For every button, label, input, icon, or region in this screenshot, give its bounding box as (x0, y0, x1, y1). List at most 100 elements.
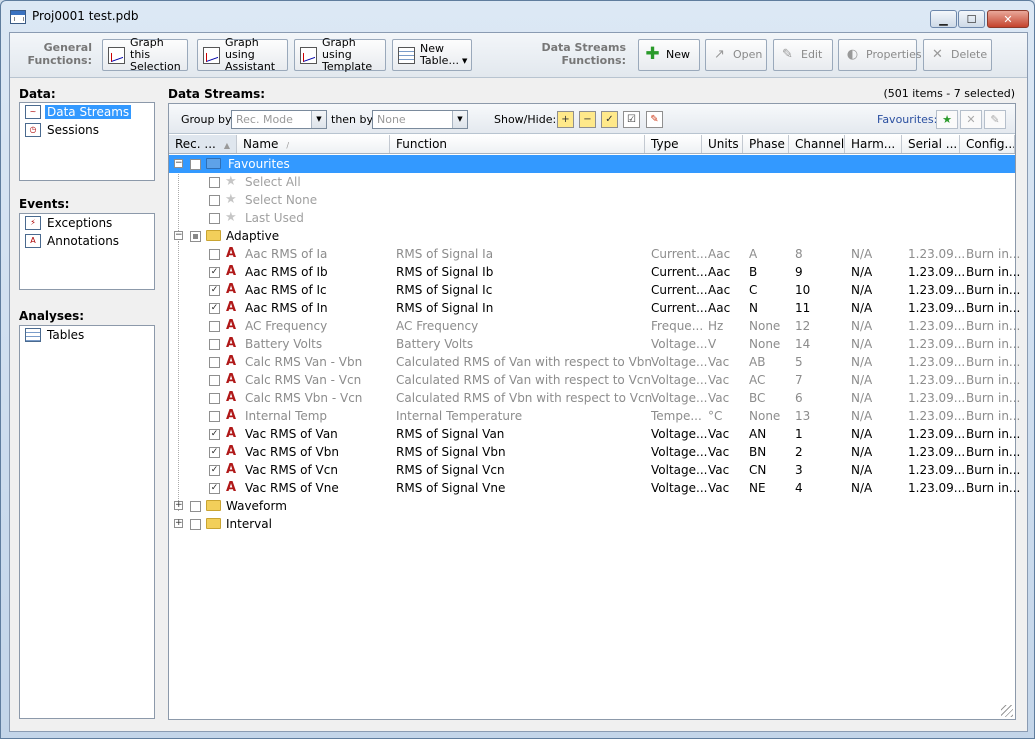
item-count: (501 items - 7 selected) (883, 87, 1015, 100)
cell-name: Vac RMS of Vbn (245, 445, 339, 459)
column-header-units[interactable]: Units (702, 135, 743, 153)
table-row[interactable]: ✓ A Vac RMS of Vbn RMS of Signal Vbn Voltage… (169, 443, 1020, 461)
row-checkbox[interactable]: ✓ (209, 483, 220, 494)
sort-up-icon: ▲ (223, 141, 231, 150)
last-used-checkbox[interactable] (209, 213, 220, 224)
column-header-name[interactable]: Name / (237, 135, 390, 153)
row-checkbox[interactable]: ✓ (209, 285, 220, 296)
row-checkbox[interactable] (209, 339, 220, 350)
select-none-checkbox[interactable] (209, 195, 220, 206)
graph-assistant-button[interactable]: Graph using Assistant (197, 37, 288, 73)
properties-button[interactable]: ◐ Properties (838, 39, 922, 71)
column-header-config[interactable]: Config... (960, 135, 1015, 153)
cell-serial: 1.23.09... (908, 445, 966, 459)
new-button[interactable]: ✚ New (638, 39, 700, 71)
column-header-function[interactable]: Function (390, 135, 645, 153)
sidebar-item-tables[interactable]: Tables (20, 326, 154, 344)
tree-node-favourites[interactable]: − Favourites (169, 155, 1015, 173)
row-checkbox[interactable]: ✓ (209, 465, 220, 476)
table-row[interactable]: A Calc RMS Vbn - Vcn Calculated RMS of Vbn… (169, 389, 1020, 407)
minimize-button[interactable]: ▁ (930, 10, 957, 28)
row-checkbox[interactable] (209, 411, 220, 422)
table-row[interactable]: ✓ A Aac RMS of Ib RMS of Signal Ib Current..… (169, 263, 1020, 281)
column-header-phase[interactable]: Phase (743, 135, 789, 153)
table-row[interactable]: A Calc RMS Van - Vcn Calculated RMS of Van… (169, 371, 1020, 389)
table-row[interactable]: ✓ A Vac RMS of Vcn RMS of Signal Vcn Voltage… (169, 461, 1020, 479)
expand-icon[interactable]: + (174, 501, 183, 510)
clear-filter-icon[interactable]: ✎ (646, 111, 663, 128)
column-header-rec-mode[interactable]: Rec. ... ▲ (169, 135, 237, 153)
cell-channel: 3 (795, 463, 803, 477)
close-button[interactable]: ✕ (987, 10, 1029, 28)
collapse-icon[interactable]: − (174, 159, 183, 168)
data-streams-icon: ~ (25, 105, 41, 119)
table-row[interactable]: ✓ A Vac RMS of Van RMS of Signal Van Voltage… (169, 425, 1020, 443)
new-table-button[interactable]: New Table... ▼ (392, 39, 472, 71)
table-row[interactable]: A AC Frequency AC Frequency Freque... Hz None… (169, 317, 1020, 335)
sidebar-item-sessions[interactable]: ◷ Sessions (20, 121, 154, 139)
favourites-checkbox[interactable] (190, 159, 201, 170)
tree-node-adaptive[interactable]: − Adaptive (169, 227, 1015, 245)
open-button[interactable]: ↗ Open (705, 39, 767, 71)
table-row[interactable]: A Calc RMS Van - Vbn Calculated RMS of Van… (169, 353, 1020, 371)
title-bar[interactable]: Proj0001 test.pdb ▁ ☐ ✕ (1, 1, 1034, 31)
expand-icon[interactable]: + (174, 519, 183, 528)
row-checkbox[interactable]: ✓ (209, 267, 220, 278)
edit-favourite-icon[interactable]: ✎ (984, 110, 1006, 129)
open-label: Open (733, 48, 763, 61)
favourite-item-select-all[interactable]: ★ Select All (169, 173, 1015, 191)
adaptive-checkbox[interactable] (190, 231, 201, 242)
tree-node-interval[interactable]: + Interval (169, 515, 1015, 533)
favourite-item-select-none[interactable]: ★ Select None (169, 191, 1015, 209)
signal-icon: A (226, 318, 237, 333)
table-row[interactable]: ✓ A Vac RMS of Vne RMS of Signal Vne Voltage… (169, 479, 1020, 497)
data-list: ~ Data Streams ◷ Sessions (19, 102, 155, 181)
select-all-checkbox[interactable] (209, 177, 220, 188)
column-header-serial[interactable]: Serial ... (902, 135, 960, 153)
table-row[interactable]: ✓ A Aac RMS of Ic RMS of Signal Ic Current..… (169, 281, 1020, 299)
then-by-dropdown[interactable]: None ▼ (372, 110, 468, 129)
sidebar-item-annotations[interactable]: A Annotations (20, 232, 154, 250)
column-header-channel[interactable]: Channel (789, 135, 845, 153)
row-checkbox[interactable] (209, 357, 220, 368)
waveform-checkbox[interactable] (190, 501, 201, 512)
edit-button[interactable]: ✎ Edit (773, 39, 833, 71)
chevron-down-icon: ▼ (311, 111, 326, 128)
collapse-icon[interactable]: − (174, 231, 183, 240)
show-checked-icon[interactable]: ✓ (601, 111, 618, 128)
expand-all-icon[interactable]: + (557, 111, 574, 128)
maximize-button[interactable]: ☐ (958, 10, 985, 28)
favourite-item-last-used[interactable]: ★ Last Used (169, 209, 1015, 227)
cell-name: Vac RMS of Van (245, 427, 338, 441)
row-checkbox[interactable] (209, 375, 220, 386)
app-icon[interactable] (10, 10, 26, 24)
resize-grip[interactable] (1001, 705, 1013, 717)
table-row[interactable]: A Aac RMS of Ia RMS of Signal Ia Current...… (169, 245, 1020, 263)
tree-node-waveform[interactable]: + Waveform (169, 497, 1015, 515)
group-by-dropdown[interactable]: Rec. Mode ▼ (231, 110, 327, 129)
table-row[interactable]: ✓ A Aac RMS of In RMS of Signal In Current..… (169, 299, 1020, 317)
table-row[interactable]: A Internal Temp Internal Temperature Tempe.… (169, 407, 1020, 425)
row-checkbox[interactable] (209, 393, 220, 404)
cell-name: Aac RMS of Ia (245, 247, 328, 261)
select-none-label: Select None (245, 193, 318, 207)
show-selected-icon[interactable]: ☑ (623, 111, 640, 128)
row-checkbox[interactable]: ✓ (209, 447, 220, 458)
collapse-all-icon[interactable]: − (579, 111, 596, 128)
sidebar-item-exceptions[interactable]: ⚡ Exceptions (20, 214, 154, 232)
cell-harm: N/A (851, 409, 873, 423)
graph-template-button[interactable]: Graph using Template (294, 37, 386, 73)
delete-button[interactable]: ✕ Delete (923, 39, 992, 71)
row-checkbox[interactable] (209, 321, 220, 332)
table-row[interactable]: A Battery Volts Battery Volts Voltage... V No… (169, 335, 1020, 353)
remove-favourite-icon[interactable]: ✕ (960, 110, 982, 129)
row-checkbox[interactable]: ✓ (209, 303, 220, 314)
column-header-type[interactable]: Type (645, 135, 702, 153)
sidebar-item-data-streams[interactable]: ~ Data Streams (20, 103, 154, 121)
interval-checkbox[interactable] (190, 519, 201, 530)
add-favourite-icon[interactable]: ★ (936, 110, 958, 129)
row-checkbox[interactable] (209, 249, 220, 260)
row-checkbox[interactable]: ✓ (209, 429, 220, 440)
graph-selection-button[interactable]: Graph this Selection (102, 37, 188, 73)
column-header-harmonic[interactable]: Harm... (845, 135, 902, 153)
